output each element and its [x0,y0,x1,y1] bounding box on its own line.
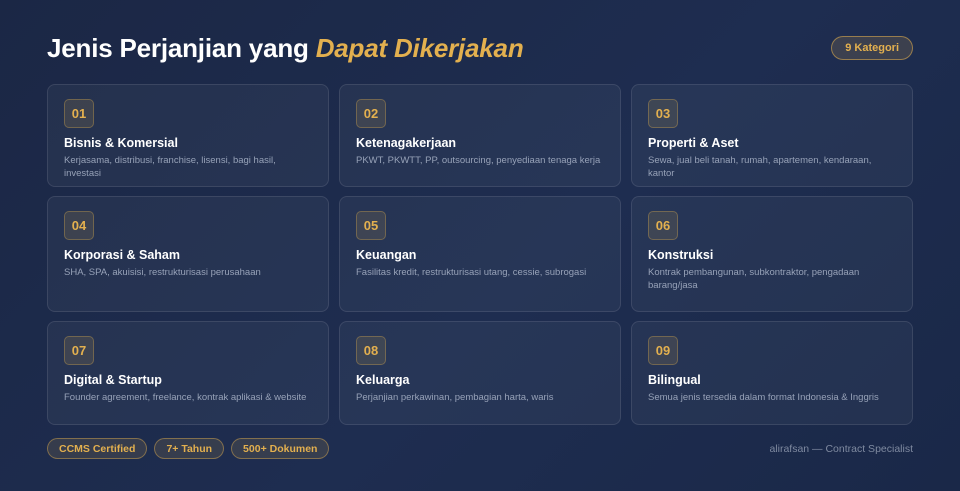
category-description: Kerjasama, distribusi, franchise, lisens… [64,155,276,179]
category-number: 09 [648,336,678,365]
category-number: 02 [356,99,386,128]
category-description: Founder agreement, freelance, kontrak ap… [64,392,307,403]
category-card-ketenagakerjaan: 02 Ketenagakerjaan PKWT, PKWTT, PP, outs… [339,84,621,187]
badge-years-experience: 7+ Tahun [154,438,225,459]
category-grid: 01 Bisnis & Komersial Kerjasama, distrib… [47,84,913,425]
category-title: Konstruksi [648,248,714,262]
category-card-bisnis-komersial: 01 Bisnis & Komersial Kerjasama, distrib… [47,84,329,187]
category-count-badge: 9 Kategori [831,36,913,60]
category-description: Kontrak pembangunan, subkontraktor, peng… [648,267,860,291]
header: Jenis Perjanjian yang Dapat Dikerjakan 9… [47,30,913,66]
category-title: Digital & Startup [64,373,162,387]
category-description: SHA, SPA, akuisisi, restrukturisasi peru… [64,267,261,278]
category-title: Keuangan [356,248,417,262]
category-title: Bisnis & Komersial [64,136,178,150]
category-title: Ketenagakerjaan [356,136,457,150]
category-card-konstruksi: 06 Konstruksi Kontrak pembangunan, subko… [631,196,913,312]
category-number: 08 [356,336,386,365]
category-title: Properti & Aset [648,136,739,150]
category-number: 05 [356,211,386,240]
category-description: PKWT, PKWTT, PP, outsourcing, penyediaan… [356,155,601,166]
category-card-korporasi-saham: 04 Korporasi & Saham SHA, SPA, akuisisi,… [47,196,329,312]
category-card-keuangan: 05 Keuangan Fasilitas kredit, restruktur… [339,196,621,312]
category-number: 06 [648,211,678,240]
category-title: Bilingual [648,373,701,387]
author-credit: alirafsan — Contract Specialist [769,442,913,455]
credential-badges: CCMS Certified 7+ Tahun 500+ Dokumen [47,438,330,459]
category-description: Fasilitas kredit, restrukturisasi utang,… [356,267,587,278]
category-number: 01 [64,99,94,128]
category-description: Semua jenis tersedia dalam format Indone… [648,392,879,403]
category-number: 07 [64,336,94,365]
footer: CCMS Certified 7+ Tahun 500+ Dokumen ali… [47,438,913,459]
badge-document-count: 500+ Dokumen [231,438,330,459]
category-card-bilingual: 09 Bilingual Semua jenis tersedia dalam … [631,321,913,425]
badge-ccms-certified: CCMS Certified [47,438,148,459]
category-title: Keluarga [356,373,410,387]
category-number: 03 [648,99,678,128]
page-title: Jenis Perjanjian yang Dapat Dikerjakan [47,33,524,64]
category-description: Sewa, jual beli tanah, rumah, apartemen,… [648,155,872,179]
page-title-accent: Dapat Dikerjakan [315,32,524,63]
category-title: Korporasi & Saham [64,248,181,262]
category-description: Perjanjian perkawinan, pembagian harta, … [356,392,554,403]
category-number: 04 [64,211,94,240]
page-title-main: Jenis Perjanjian yang [47,32,316,63]
category-card-keluarga: 08 Keluarga Perjanjian perkawinan, pemba… [339,321,621,425]
category-card-properti-aset: 03 Properti & Aset Sewa, jual beli tanah… [631,84,913,187]
category-card-digital-startup: 07 Digital & Startup Founder agreement, … [47,321,329,425]
